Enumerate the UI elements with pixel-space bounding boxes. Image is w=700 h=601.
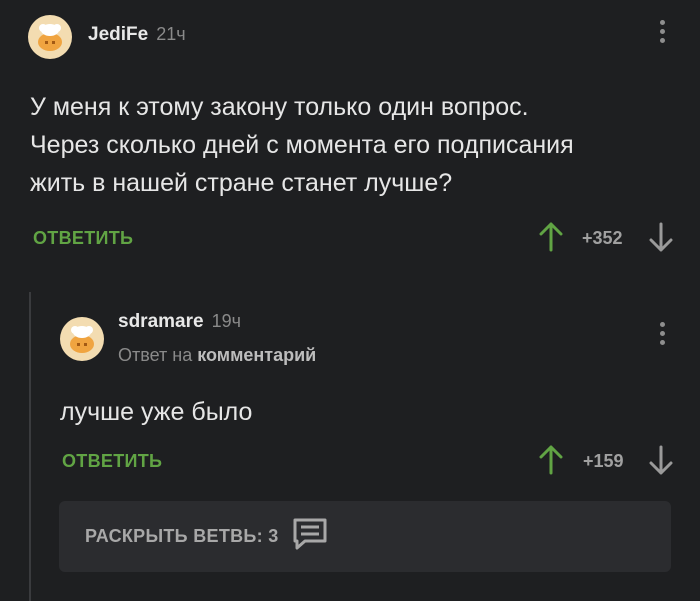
- avatar[interactable]: [60, 317, 104, 361]
- downvote-arrow-icon[interactable]: [649, 445, 673, 475]
- reply-to-prefix: Ответ на: [118, 345, 193, 365]
- downvote-arrow-icon[interactable]: [649, 222, 673, 252]
- reply-button[interactable]: ОТВЕТИТЬ: [33, 228, 133, 249]
- comment-text: У меня к этому закону только один вопрос…: [30, 88, 680, 202]
- comment-header: JediFe 21ч: [88, 24, 186, 46]
- rating-value: +159: [583, 451, 624, 471]
- more-options-icon[interactable]: [657, 322, 667, 349]
- reply-header: sdramare 19ч: [118, 311, 241, 333]
- comment-text-line: У меня к этому закону только один вопрос…: [30, 93, 529, 121]
- avatar[interactable]: [28, 15, 72, 59]
- timestamp: 21ч: [156, 24, 186, 44]
- reply-button[interactable]: ОТВЕТИТЬ: [62, 451, 162, 472]
- username[interactable]: sdramare: [118, 311, 204, 332]
- thread-line[interactable]: [29, 292, 31, 601]
- comment-text-line: жить в нашей стране станет лучше?: [30, 169, 453, 197]
- more-options-icon[interactable]: [657, 20, 667, 47]
- avatar-cake-icon: [70, 326, 94, 353]
- expand-thread-button[interactable]: РАСКРЫТЬ ВЕТВЬ: 3: [59, 501, 671, 572]
- username[interactable]: JediFe: [88, 24, 148, 45]
- comment-text-line: Через сколько дней с момента его подписа…: [30, 131, 574, 159]
- reply-text: лучше уже было: [60, 398, 253, 426]
- avatar-cake-icon: [38, 24, 62, 51]
- reply-to-link[interactable]: комментарий: [197, 345, 316, 365]
- reply-to-info: Ответ на комментарий: [118, 345, 316, 366]
- rating-value: +352: [582, 228, 623, 248]
- upvote-arrow-icon[interactable]: [539, 445, 563, 475]
- expand-thread-label: РАСКРЫТЬ ВЕТВЬ: 3: [85, 526, 279, 546]
- upvote-arrow-icon[interactable]: [539, 222, 563, 252]
- comments-icon: [291, 517, 329, 556]
- timestamp: 19ч: [211, 311, 241, 331]
